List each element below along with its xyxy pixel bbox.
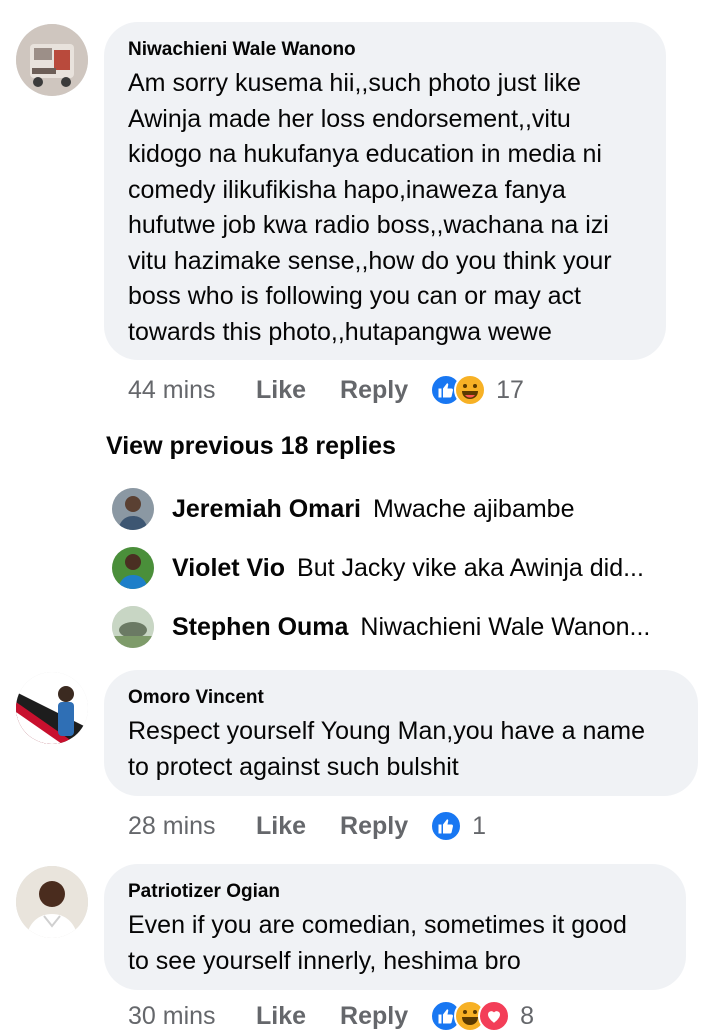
comment-line: Even if you are comedian, sometimes it g… [128,911,627,939]
avatar[interactable] [112,488,154,530]
comment-timestamp[interactable]: 44 mins [128,376,256,405]
view-previous-replies-link[interactable]: View previous 18 replies [106,432,396,461]
reply-item[interactable]: Violet Vio But Jacky vike aka Awinja did… [112,546,692,590]
comment-line: towards this photo,,hutapangwa wewe [128,317,552,346]
comment-meta: 44 mins Like Reply 17 [128,372,524,408]
comment-line: to protect against such bulshit [128,752,459,781]
avatar[interactable] [16,24,88,96]
reply-author[interactable]: Jeremiah Omari [172,495,361,524]
reactions-summary[interactable]: 17 [430,374,524,406]
reply-author[interactable]: Stephen Ouma [172,613,348,642]
reply-button[interactable]: Reply [340,376,408,405]
comment-timestamp[interactable]: 30 mins [128,1002,256,1031]
comment-text: Even if you are comedian, sometimes it g… [128,908,664,979]
like-icon [430,810,463,842]
avatar[interactable] [16,866,88,938]
reply-text: Niwachieni Wale Wanon... [360,612,651,641]
love-icon [478,1000,511,1032]
comment-author[interactable]: Omoro Vincent [128,686,676,710]
haha-icon [454,374,487,406]
reaction-count: 1 [472,811,487,840]
reply-author[interactable]: Violet Vio [172,554,285,583]
comment-bubble[interactable]: Niwachieni Wale Wanono Am sorry kusema h… [104,22,666,360]
like-button[interactable]: Like [256,376,306,405]
comment-line: to see yourself innerly, heshima bro [128,946,521,975]
avatar[interactable] [112,606,154,648]
reactions-summary[interactable]: 8 [430,1000,534,1032]
comment-meta: 28 mins Like Reply 1 [128,808,486,844]
comment-line: Respect yourself Young Man,you have a na… [128,717,646,745]
comment-bubble[interactable]: Patriotizer Ogian Even if you are comedi… [104,864,686,990]
like-button[interactable]: Like [256,812,306,841]
reply-item[interactable]: Stephen Ouma Niwachieni Wale Wanon... [112,605,692,649]
like-button[interactable]: Like [256,1002,306,1031]
reply-item[interactable]: Jeremiah Omari Mwache ajibambe [112,487,692,531]
comment-author[interactable]: Patriotizer Ogian [128,880,664,904]
avatar[interactable] [16,672,88,744]
avatar[interactable] [112,547,154,589]
reply-button[interactable]: Reply [340,1002,408,1031]
reaction-count: 17 [496,375,524,404]
comment-line: Am sorry kusema hii,,such photo just lik… [128,69,581,97]
comment-line: comedy ilikufikisha hapo,inaweza fanya [128,175,566,204]
comment-meta: 30 mins Like Reply 8 [128,998,534,1034]
comment-timestamp[interactable]: 28 mins [128,812,256,841]
comment-line: vitu hazimake sense,,how do you think yo… [128,246,612,275]
reply-text: But Jacky vike aka Awinja did... [297,553,644,582]
comment-line: hufutwe job kwa radio boss,,wachana na i… [128,211,609,239]
reply-button[interactable]: Reply [340,812,408,841]
comment-text: Am sorry kusema hii,,such photo just lik… [128,66,644,350]
comment-text: Respect yourself Young Man,you have a na… [128,714,676,785]
comment-line: kidogo na hukufanya education in media n… [128,140,602,168]
reaction-count: 8 [520,1001,535,1030]
reply-text: Mwache ajibambe [373,494,575,523]
comment-author[interactable]: Niwachieni Wale Wanono [128,38,644,62]
comment-line: Awinja made her loss endorsement,,vitu [128,104,571,133]
comment-bubble[interactable]: Omoro Vincent Respect yourself Young Man… [104,670,698,796]
reactions-summary[interactable]: 1 [430,810,486,842]
comment-line: boss who is following you can or may act [128,282,581,310]
